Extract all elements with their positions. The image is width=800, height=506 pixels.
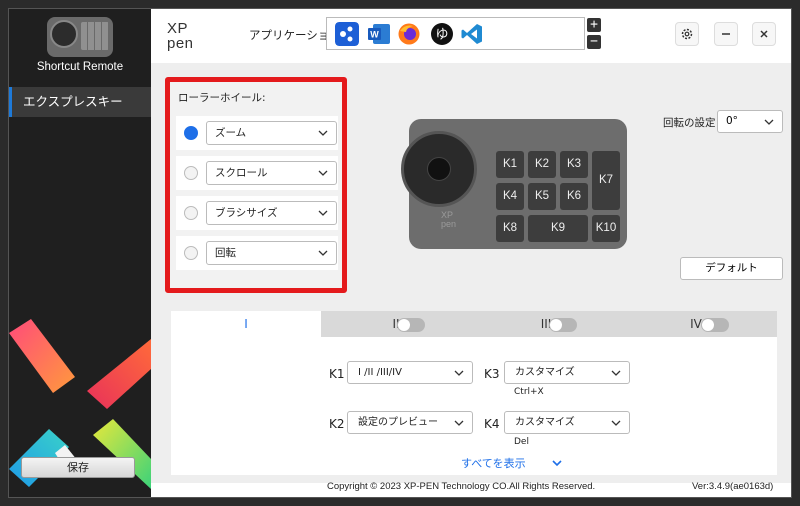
chevron-down-icon [611, 420, 621, 426]
sidebar-active-indicator [9, 87, 12, 117]
device-key-k3[interactable]: K3 [560, 151, 588, 178]
roller-select-scroll[interactable]: スクロール [206, 161, 337, 185]
sidebar: Shortcut Remote エクスプレスキー 保存 [9, 9, 151, 497]
roller-radio-brush-size[interactable] [184, 206, 198, 220]
tab-mode-4[interactable]: IV [621, 311, 771, 337]
device-key-k8[interactable]: K8 [496, 215, 524, 242]
device-key-k10[interactable]: K10 [592, 215, 620, 242]
device-thumbnail-keys [81, 22, 109, 50]
rotation-select[interactable]: 0° [717, 110, 783, 133]
device-key-k2[interactable]: K2 [528, 151, 556, 178]
remove-app-button[interactable]: − [587, 35, 601, 49]
chevron-down-icon [611, 370, 621, 376]
roller-wheel-card: ローラーホイール: ズーム スクロール ブラシサイズ 回転 [165, 77, 347, 293]
device-thumbnail[interactable] [47, 17, 113, 57]
key-label-k2: K2 [329, 417, 345, 431]
roller-option-row: ブラシサイズ [176, 196, 338, 230]
roller-option-row: スクロール [176, 156, 338, 190]
toggle-mode-3[interactable] [549, 318, 577, 332]
chevron-down-icon [454, 370, 464, 376]
main-panel: ローラーホイール: ズーム スクロール ブラシサイズ 回転 K1 K2 K3 K… [151, 63, 791, 483]
roller-select-rotate[interactable]: 回転 [206, 241, 337, 265]
tab-mode-1[interactable]: I [171, 311, 321, 337]
svg-text:ゆ: ゆ [435, 28, 448, 43]
svg-text:W: W [370, 30, 379, 40]
device-key-k6[interactable]: K6 [560, 183, 588, 210]
save-button[interactable]: 保存 [21, 457, 135, 478]
key-select-k2[interactable]: 設定のプレビュー [347, 411, 473, 434]
device-key-k5[interactable]: K5 [528, 183, 556, 210]
key-select-k4[interactable]: カスタマイズ [504, 411, 630, 434]
roller-option-row: 回転 [176, 236, 338, 270]
key-shortcut-k3: Ctrl+X [514, 387, 544, 397]
tab-mode-2[interactable]: II [321, 311, 471, 337]
close-button[interactable] [752, 22, 776, 46]
device-key-k1[interactable]: K1 [496, 151, 524, 178]
chevron-down-icon [318, 170, 328, 176]
sidebar-item-label: エクスプレスキー [23, 94, 123, 109]
roller-select-brush-size[interactable]: ブラシサイズ [206, 201, 337, 225]
toggle-knob [550, 319, 562, 331]
rotation-label: 回転の設定 [663, 117, 716, 129]
show-all-link[interactable]: すべてを表示 [461, 455, 526, 471]
screen-frame: Shortcut Remote エクスプレスキー 保存 XP pen アプリケー… [0, 0, 800, 506]
toggle-mode-4[interactable] [701, 318, 729, 332]
minimize-button[interactable] [714, 22, 738, 46]
copyright-text: Copyright © 2023 XP-PEN Technology CO.Al… [327, 481, 596, 492]
firefox-app-icon[interactable] [397, 22, 421, 46]
chevron-down-icon [318, 210, 328, 216]
key-label-k1: K1 [329, 367, 345, 381]
xppen-app-icon[interactable] [335, 22, 359, 46]
default-button[interactable]: デフォルト [680, 257, 783, 280]
device-thumbnail-dial [50, 20, 78, 48]
roller-radio-zoom[interactable] [184, 126, 198, 140]
vscode-app-icon[interactable] [460, 22, 484, 46]
close-icon [760, 30, 768, 38]
key-select-k1[interactable]: I /II /III/IV [347, 361, 473, 384]
footer: Copyright © 2023 XP-PEN Technology CO.Al… [151, 481, 791, 497]
add-app-button[interactable]: + [587, 18, 601, 32]
device-dial-center [427, 157, 451, 181]
roller-radio-scroll[interactable] [184, 166, 198, 180]
tab-content: K1 I /II /III/IV K3 カスタマイズ Ctrl+X K2 設定の… [171, 337, 777, 475]
key-shortcut-k4: Del [514, 437, 529, 447]
roller-radio-rotate[interactable] [184, 246, 198, 260]
device-key-k9[interactable]: K9 [528, 215, 588, 242]
device-key-k7[interactable]: K7 [592, 151, 620, 210]
key-select-k3[interactable]: カスタマイズ [504, 361, 630, 384]
gear-icon [681, 28, 693, 40]
tab-mode-3[interactable]: III [471, 311, 621, 337]
key-label-k3: K3 [484, 367, 500, 381]
mode-tabs: I II III IV [171, 311, 777, 337]
toggle-knob [702, 319, 714, 331]
settings-button[interactable] [675, 22, 699, 46]
word-app-icon[interactable]: W [367, 22, 391, 46]
chevron-down-icon [318, 130, 328, 136]
minimize-icon [722, 33, 730, 35]
roller-wheel-title: ローラーホイール: [178, 92, 266, 104]
device-brand-mark: XP pen [441, 210, 457, 229]
roller-option-row: ズーム [176, 116, 338, 150]
chevron-down-icon[interactable] [551, 457, 563, 469]
version-text: Ver:3.4.9(ae0163d) [692, 481, 774, 492]
app-window: Shortcut Remote エクスプレスキー 保存 XP pen アプリケー… [8, 8, 792, 498]
device-name: Shortcut Remote [36, 61, 124, 73]
toggle-knob [398, 319, 410, 331]
key-label-k4: K4 [484, 417, 500, 431]
chevron-down-icon [318, 250, 328, 256]
sidebar-item-express-keys[interactable]: エクスプレスキー [9, 87, 151, 117]
device-key-k4[interactable]: K4 [496, 183, 524, 210]
toggle-mode-2[interactable] [397, 318, 425, 332]
roller-select-zoom[interactable]: ズーム [206, 121, 337, 145]
device-roller-dial[interactable] [401, 131, 477, 207]
xppen-logo: XP pen [167, 20, 194, 52]
chevron-down-icon [764, 119, 774, 125]
application-list: W ゆ [326, 17, 585, 50]
yu-app-icon[interactable]: ゆ [430, 22, 454, 46]
chevron-down-icon [454, 420, 464, 426]
